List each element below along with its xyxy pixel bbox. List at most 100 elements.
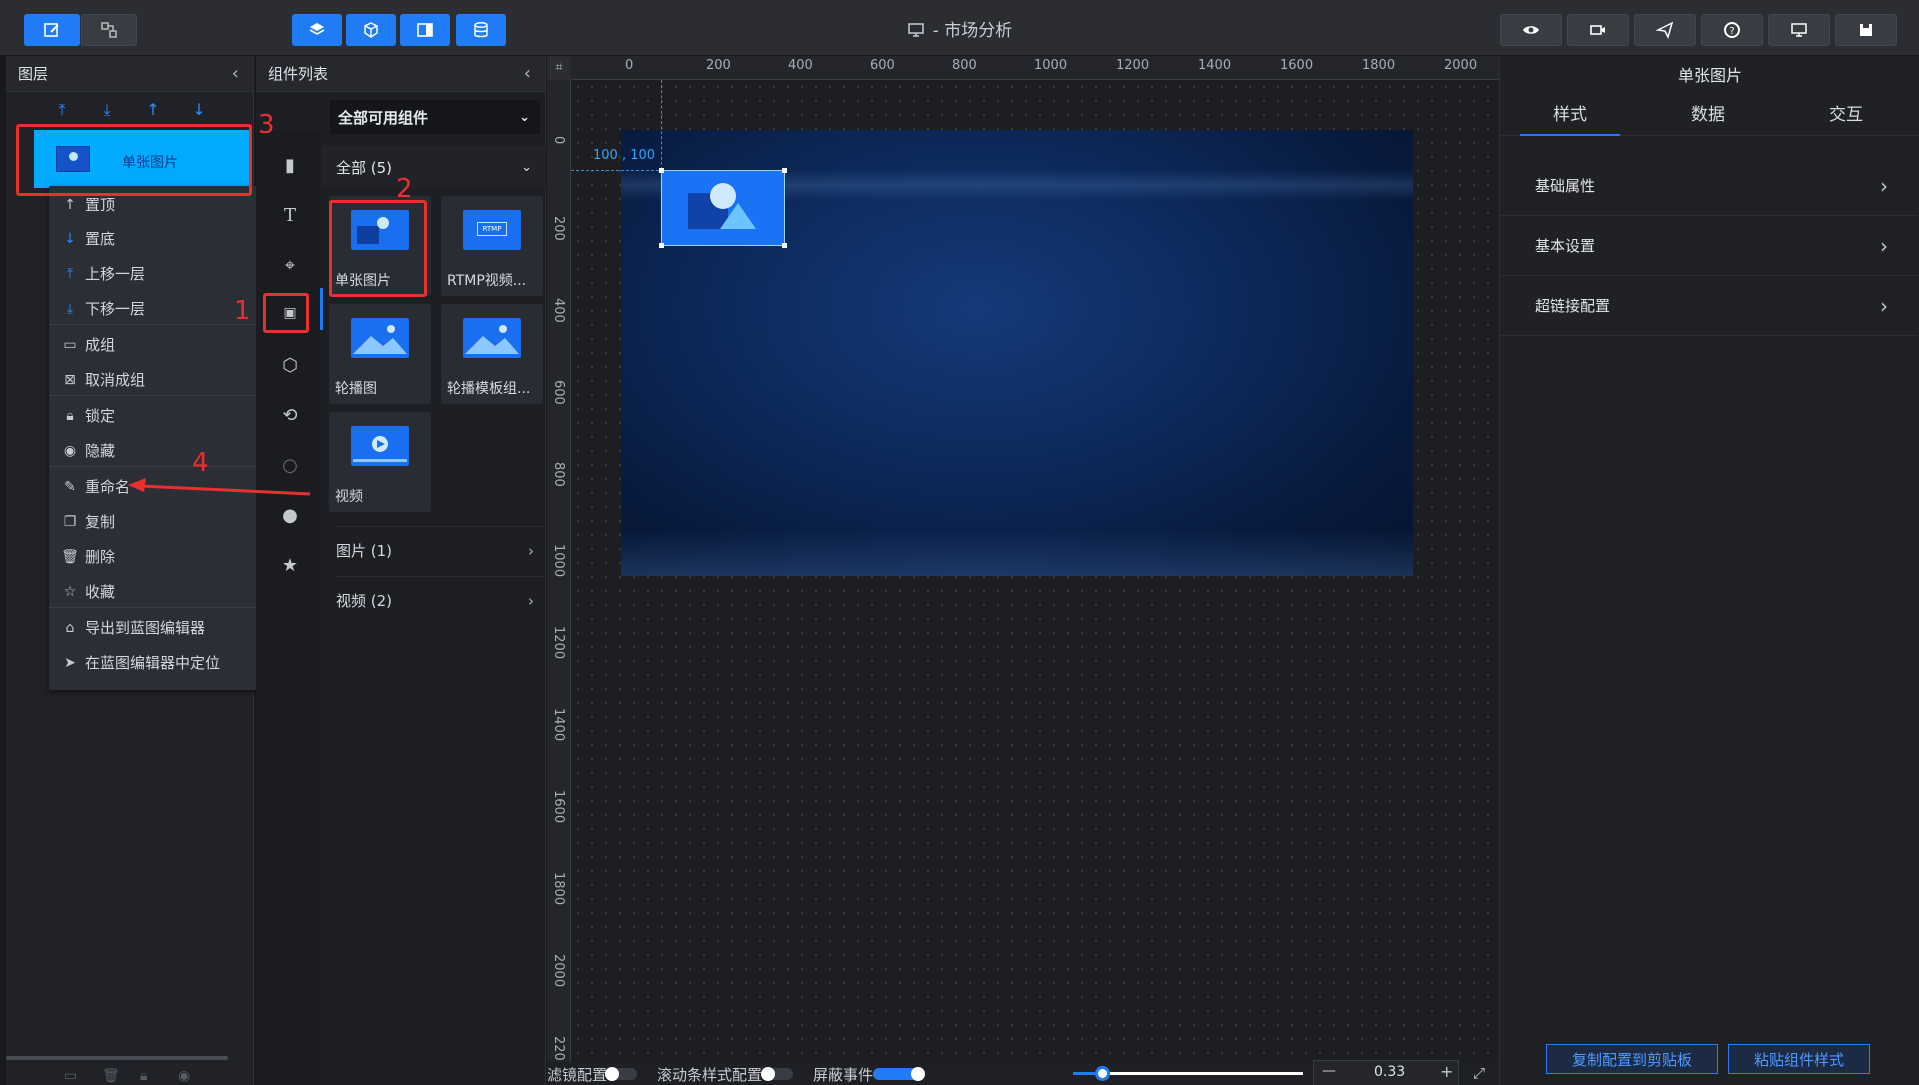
map-icon[interactable]: ⌖ bbox=[280, 255, 300, 276]
scrollbar-style-toggle[interactable] bbox=[761, 1067, 793, 1081]
eye-icon[interactable]: ◉ bbox=[178, 1068, 190, 1084]
lock-icon: 🔒︎ bbox=[66, 407, 74, 424]
move-down-icon[interactable]: ↓ bbox=[189, 100, 209, 120]
tab-interaction[interactable]: 交互 bbox=[1796, 100, 1896, 136]
section-hyperlink-config[interactable]: 超链接配置 › bbox=[1500, 276, 1918, 336]
record-button[interactable] bbox=[1567, 14, 1629, 46]
menu-item-export-blueprint[interactable]: ⌂ 导出到蓝图编辑器 bbox=[61, 617, 205, 638]
tab-style[interactable]: 样式 bbox=[1520, 100, 1620, 136]
ruler-horizontal: ⌗ 0 200 400 600 800 1000 1200 1400 1600 … bbox=[547, 56, 1499, 80]
menu-item-bring-to-front[interactable]: ↑ 置顶 bbox=[61, 194, 115, 215]
component-card-rtmp-video[interactable]: RTMP RTMP视频... bbox=[441, 196, 543, 296]
zoom-slider-thumb[interactable] bbox=[1095, 1066, 1110, 1081]
chevron-down-icon: ⌄ bbox=[521, 159, 532, 175]
menu-item-rename[interactable]: ✎ 重命名 bbox=[61, 476, 130, 497]
help-icon: ? bbox=[1724, 22, 1740, 38]
annotation-number-2: 2 bbox=[396, 174, 413, 204]
zoom-slider[interactable] bbox=[1073, 1066, 1303, 1081]
monitor-icon bbox=[907, 21, 925, 44]
zoom-plus-button[interactable]: + bbox=[1440, 1062, 1453, 1081]
annotation-box-component bbox=[329, 200, 427, 297]
zoom-stepper[interactable]: — 0.33 + bbox=[1313, 1060, 1459, 1085]
menu-item-move-up[interactable]: ⤒ 上移一层 bbox=[61, 263, 145, 284]
arrow-down-icon: ⤓ bbox=[66, 300, 74, 317]
collapse-chevron-icon[interactable]: ‹ bbox=[524, 63, 531, 84]
tab-data[interactable]: 数据 bbox=[1658, 100, 1758, 136]
locate-icon: ➤ bbox=[64, 654, 76, 671]
paste-style-button[interactable]: 粘贴组件样式 bbox=[1728, 1044, 1870, 1074]
section-image[interactable]: 图片 (1) › bbox=[336, 526, 544, 574]
copy-config-button[interactable]: 复制配置到剪贴板 bbox=[1546, 1044, 1718, 1074]
menu-item-ungroup[interactable]: ⊠ 取消成组 bbox=[61, 369, 145, 390]
canvas-area[interactable]: ⌗ 0 200 400 600 800 1000 1200 1400 1600 … bbox=[547, 56, 1499, 1085]
favorite-star-icon[interactable]: ★ bbox=[280, 555, 300, 576]
trash-icon[interactable]: 🗑︎ bbox=[102, 1068, 120, 1084]
page-title: - 市场分析 bbox=[932, 21, 1013, 41]
filter-toggle[interactable] bbox=[605, 1067, 637, 1081]
image-placeholder-triangle bbox=[720, 203, 756, 229]
resize-handle[interactable] bbox=[659, 168, 664, 173]
lock-icon[interactable]: 🔒︎ bbox=[140, 1068, 147, 1084]
star-icon: ☆ bbox=[63, 583, 77, 600]
menu-item-move-down[interactable]: ⤓ 下移一层 bbox=[61, 298, 145, 319]
glow-band bbox=[621, 530, 1413, 576]
menu-item-hide[interactable]: ◉ 隐藏 bbox=[61, 440, 115, 461]
move-to-bottom-icon[interactable]: ⤓ bbox=[97, 100, 117, 120]
menu-item-send-to-back[interactable]: ↓ 置底 bbox=[61, 228, 115, 249]
section-all[interactable]: 全部 (5) ⌄ bbox=[322, 146, 546, 188]
chevron-right-icon: › bbox=[1880, 293, 1888, 318]
svg-text:?: ? bbox=[1729, 26, 1734, 37]
save-icon bbox=[1860, 24, 1872, 36]
horizontal-scrollbar[interactable] bbox=[6, 1056, 228, 1060]
properties-tabs: 样式 数据 交互 bbox=[1500, 100, 1919, 136]
annotation-arrow bbox=[128, 478, 311, 496]
guide-line bbox=[661, 80, 662, 170]
menu-item-lock[interactable]: 🔒︎ 锁定 bbox=[61, 405, 115, 426]
annotation-box-sidebar bbox=[263, 293, 309, 333]
chevron-right-icon: › bbox=[1880, 173, 1888, 198]
block-events-toggle[interactable] bbox=[873, 1067, 925, 1081]
help-button[interactable]: ? bbox=[1701, 14, 1763, 46]
menu-item-favorite[interactable]: ☆ 收藏 bbox=[61, 581, 115, 602]
component-card-video[interactable]: 视频 bbox=[329, 412, 431, 512]
ruler-corner-icon[interactable]: ⌗ bbox=[547, 56, 571, 80]
interaction-icon[interactable]: ⟲ bbox=[280, 405, 300, 426]
resize-handle[interactable] bbox=[782, 243, 787, 248]
section-video[interactable]: 视频 (2) › bbox=[336, 576, 544, 624]
annotation-number-3: 3 bbox=[258, 110, 275, 140]
component-filter-select[interactable]: 全部可用组件 ⌄ bbox=[330, 100, 540, 134]
publish-button[interactable] bbox=[1634, 14, 1696, 46]
menu-item-delete[interactable]: 🗑︎ 删除 bbox=[61, 546, 115, 567]
menu-divider bbox=[49, 324, 264, 325]
selected-image-component[interactable] bbox=[659, 168, 787, 248]
trash-icon: 🗑︎ bbox=[61, 548, 79, 565]
fit-screen-icon[interactable]: ⤢ bbox=[1473, 1064, 1485, 1082]
collapse-chevron-icon[interactable]: ‹ bbox=[232, 63, 239, 84]
component-card-carousel[interactable]: 轮播图 bbox=[329, 304, 431, 404]
section-basic-settings[interactable]: 基本设置 › bbox=[1500, 216, 1918, 276]
menu-divider bbox=[49, 466, 264, 467]
chevron-right-icon: › bbox=[528, 541, 534, 560]
arrow-down-bottom-icon: ↓ bbox=[64, 230, 76, 247]
resize-handle[interactable] bbox=[782, 168, 787, 173]
chart-icon[interactable]: ▮ bbox=[280, 155, 300, 176]
active-indicator bbox=[320, 288, 323, 330]
folder-icon[interactable]: ▭ bbox=[64, 1068, 77, 1084]
save-button[interactable] bbox=[1835, 14, 1897, 46]
menu-item-locate-blueprint[interactable]: ➤ 在蓝图编辑器中定位 bbox=[61, 652, 220, 673]
cube-icon[interactable]: ⬡ bbox=[280, 355, 300, 376]
zoom-minus-button[interactable]: — bbox=[1322, 1063, 1336, 1079]
menu-item-group[interactable]: ▭ 成组 bbox=[61, 334, 115, 355]
resize-handle[interactable] bbox=[659, 243, 664, 248]
text-icon[interactable]: T bbox=[280, 205, 300, 226]
user-icon[interactable]: ● bbox=[280, 505, 300, 526]
section-basic-properties[interactable]: 基础属性 › bbox=[1500, 156, 1918, 216]
move-to-top-icon[interactable]: ⤒ bbox=[52, 100, 72, 120]
preview-button[interactable] bbox=[1500, 14, 1562, 46]
component-card-carousel-template[interactable]: 轮播模板组... bbox=[441, 304, 543, 404]
guide-line bbox=[571, 170, 669, 171]
screen-button[interactable] bbox=[1768, 14, 1830, 46]
menu-item-copy[interactable]: ❐ 复制 bbox=[61, 511, 115, 532]
desktop-icon bbox=[1791, 23, 1807, 37]
move-up-icon[interactable]: ↑ bbox=[143, 100, 163, 120]
